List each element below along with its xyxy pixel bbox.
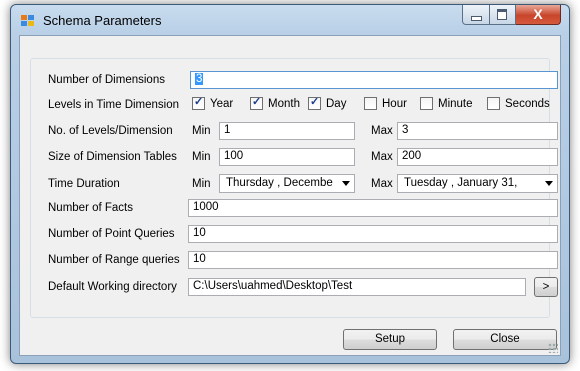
- dimensions-input[interactable]: 3: [190, 71, 558, 89]
- setup-button[interactable]: Setup: [343, 329, 437, 350]
- working-directory-label: Default Working directory: [48, 281, 177, 293]
- check-mark-icon: ✓: [310, 96, 320, 108]
- range-queries-label: Number of Range queries: [48, 254, 180, 266]
- dialog-body: Number of Dimensions 3 Levels in Time Di…: [19, 35, 561, 356]
- check-mark-icon: ✓: [194, 96, 204, 108]
- minimize-button[interactable]: [462, 5, 490, 25]
- browse-button[interactable]: >: [534, 277, 558, 297]
- levels-min-input[interactable]: 1: [219, 122, 355, 140]
- hour-checkbox-box[interactable]: [364, 97, 377, 110]
- minimize-icon: [471, 16, 482, 21]
- levels-min-label: Min: [192, 125, 211, 137]
- duration-min-value: Thursday , Decembe: [226, 177, 333, 189]
- checkbox-year[interactable]: ✓ Year: [192, 96, 234, 110]
- duration-min-label: Min: [192, 178, 211, 190]
- dimensions-value: 3: [195, 73, 204, 85]
- point-queries-label: Number of Point Queries: [48, 228, 175, 240]
- duration-max-datepicker[interactable]: Tuesday , January 31,: [397, 174, 558, 193]
- maximize-icon: [497, 9, 507, 20]
- table-size-max-input[interactable]: 200: [397, 148, 558, 166]
- table-size-min-input[interactable]: 100: [219, 148, 355, 166]
- dimension-table-size-label: Size of Dimension Tables: [48, 151, 177, 163]
- duration-min-datepicker[interactable]: Thursday , Decembe: [219, 174, 355, 193]
- window-controls: X: [462, 5, 561, 25]
- duration-max-label: Max: [371, 178, 393, 190]
- table-size-max-label: Max: [371, 151, 393, 163]
- levels-max-label: Max: [371, 125, 393, 137]
- range-queries-input[interactable]: 10: [188, 251, 558, 269]
- schema-parameters-window: Schema Parameters X Number of Dimensions…: [10, 4, 570, 364]
- hour-label: Hour: [382, 97, 407, 110]
- duration-max-value: Tuesday , January 31,: [404, 177, 518, 189]
- checkbox-seconds[interactable]: Seconds: [487, 97, 550, 110]
- year-checkbox-box[interactable]: ✓: [192, 96, 205, 110]
- dimensions-label: Number of Dimensions: [48, 74, 165, 86]
- time-levels-label: Levels in Time Dimension: [48, 99, 180, 111]
- check-mark-icon: ✓: [252, 96, 262, 108]
- minute-label: Minute: [438, 97, 473, 110]
- window-title: Schema Parameters: [43, 13, 162, 28]
- year-label: Year: [210, 97, 234, 110]
- day-label: Day: [326, 97, 347, 110]
- close-window-button[interactable]: X: [516, 5, 561, 25]
- day-checkbox-box[interactable]: ✓: [308, 96, 321, 110]
- point-queries-input[interactable]: 10: [188, 225, 558, 243]
- levels-max-input[interactable]: 3: [397, 122, 558, 140]
- schema-app-icon: [21, 15, 35, 27]
- seconds-label: Seconds: [505, 97, 550, 110]
- close-button[interactable]: Close: [453, 329, 557, 350]
- seconds-checkbox-box[interactable]: [487, 97, 500, 110]
- table-size-min-label: Min: [192, 151, 211, 163]
- checkbox-day[interactable]: ✓ Day: [308, 96, 347, 110]
- checkbox-hour[interactable]: Hour: [364, 97, 407, 110]
- maximize-button[interactable]: [490, 5, 516, 25]
- title-bar[interactable]: Schema Parameters X: [11, 5, 569, 35]
- levels-per-dimension-label: No. of Levels/Dimension: [48, 125, 173, 137]
- chevron-down-icon[interactable]: [342, 181, 350, 186]
- time-duration-label: Time Duration: [48, 178, 120, 190]
- facts-input[interactable]: 1000: [188, 199, 558, 217]
- checkbox-minute[interactable]: Minute: [420, 97, 473, 110]
- minute-checkbox-box[interactable]: [420, 97, 433, 110]
- chevron-down-icon[interactable]: [545, 181, 553, 186]
- close-icon: X: [533, 6, 543, 22]
- facts-label: Number of Facts: [48, 202, 133, 214]
- checkbox-month[interactable]: ✓ Month: [250, 96, 300, 110]
- month-label: Month: [268, 97, 300, 110]
- month-checkbox-box[interactable]: ✓: [250, 96, 263, 110]
- working-directory-input[interactable]: C:\Users\uahmed\Desktop\Test: [188, 278, 526, 296]
- resize-grip[interactable]: [548, 343, 558, 353]
